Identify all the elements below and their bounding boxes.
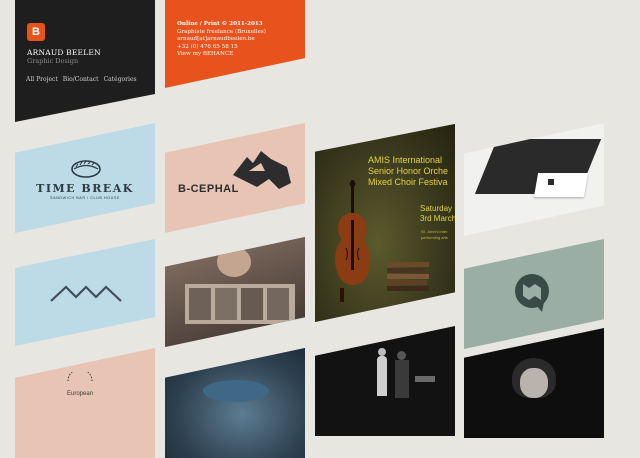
european-logo-icon (67, 372, 93, 382)
european-text: European (67, 391, 94, 397)
photo-frame-4 (267, 288, 289, 320)
main-nav: All Project Bio/Contact Catégories (26, 76, 137, 83)
nav-categories[interactable]: Catégories (104, 76, 137, 83)
performer-figure (377, 356, 387, 396)
site-name: ARNAUD BEELEN (27, 48, 101, 57)
project-tile-mountain[interactable] (15, 239, 155, 346)
project-tile-european[interactable]: European (15, 348, 155, 458)
project-tile-theatre[interactable] (315, 326, 455, 436)
timebreak-subtitle: SANDWICH BAR / CLUB HOUSE (50, 196, 120, 200)
card-logo-icon (548, 179, 554, 185)
violin-icon (335, 180, 371, 302)
portrait-face (520, 368, 548, 398)
stage-prop (415, 376, 435, 382)
amis-date: Saturday 3rd March (420, 204, 455, 223)
performer-head-2 (397, 351, 406, 360)
photo-frame-3 (241, 288, 263, 320)
hat-shape (203, 380, 269, 402)
project-tile-amis[interactable]: AMIS International Senior Honor Orche Mi… (315, 124, 455, 322)
header-panel: B ARNAUD BEELEN Graphic Design All Proje… (15, 0, 155, 122)
business-card (533, 173, 589, 197)
amis-venue: St. John's inter performing arts (421, 229, 448, 240)
photo-frame-1 (189, 288, 211, 320)
performer-head (378, 348, 386, 356)
nav-all-project[interactable]: All Project (26, 76, 58, 83)
project-tile-stationery[interactable] (464, 123, 604, 236)
info-phone: +32 (0) 476 65 58 15 (177, 43, 238, 50)
speech-bubble-icon (515, 274, 549, 312)
logo-icon[interactable]: B (27, 23, 45, 41)
bcephal-title: B-CEPHAL (178, 183, 239, 195)
performer-figure-2 (395, 360, 409, 398)
info-panel: Online / Print © 2011-2013 Graphiste fre… (165, 0, 305, 88)
project-tile-bcephal[interactable]: B-CEPHAL (165, 123, 305, 233)
project-tile-blue-hat[interactable] (165, 348, 305, 458)
info-email[interactable]: arnaud[at]arnaudbeelen.be (177, 36, 266, 44)
project-tile-kids-photo[interactable] (165, 237, 305, 347)
horse-head-icon (233, 151, 291, 189)
info-copyright: Online / Print © 2011-2013 (177, 21, 263, 27)
photo-frame-2 (215, 288, 237, 320)
mountain-logo-icon (50, 285, 122, 302)
child-face (217, 247, 251, 277)
book-stack (387, 262, 429, 291)
timebreak-title: TIME BREAK (36, 182, 134, 195)
photo-gradient (165, 348, 305, 458)
behance-link[interactable]: View my BEHANCE (177, 51, 266, 59)
site-subtitle: Graphic Design (27, 57, 79, 65)
project-tile-timebreak[interactable]: TIME BREAK SANDWICH BAR / CLUB HOUSE (15, 123, 155, 233)
info-role: Graphiste freelance (Bruxelles) (177, 28, 266, 35)
nav-bio-contact[interactable]: Bio/Contact (63, 76, 99, 83)
timebreak-logo-icon (71, 160, 101, 178)
